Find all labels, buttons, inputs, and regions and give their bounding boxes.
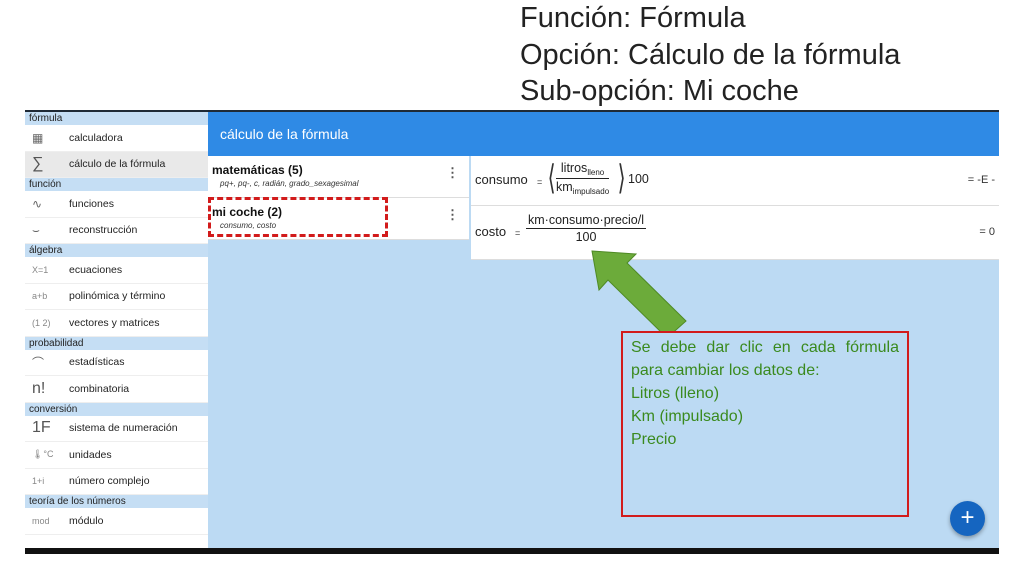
note-line-4: Km (impulsado) — [631, 408, 744, 425]
instruction-note: Se debe dar clic en cada fórmula para ca… — [621, 331, 909, 517]
add-formula-button[interactable]: + — [950, 501, 985, 536]
note-line-3: Litros (lleno) — [631, 385, 720, 402]
note-line-5: Precio — [631, 431, 677, 448]
note-line-1: Se debe dar clic en cada fórmula — [631, 339, 899, 356]
arrow-icon — [591, 250, 687, 339]
note-line-2: para cambiar los datos de: — [631, 362, 820, 379]
